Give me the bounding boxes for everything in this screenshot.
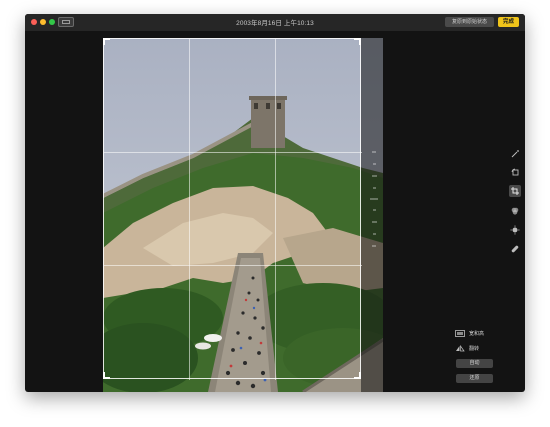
filters-icon[interactable] [509, 205, 521, 217]
crop-grid-line [104, 265, 362, 266]
crop-handle-bottom-right[interactable] [354, 372, 361, 379]
adjust-icon[interactable] [509, 224, 521, 236]
aspect-ratio-icon [455, 329, 465, 337]
crop-frame[interactable] [103, 38, 362, 380]
crop-grid-line [189, 39, 190, 380]
revert-to-original-button[interactable]: 复原到原始状态 [445, 17, 494, 27]
retouch-bandage-icon[interactable] [509, 243, 521, 255]
crop-grid-line [104, 152, 362, 153]
crop-grid-line [275, 39, 276, 380]
reset-button[interactable]: 还原 [456, 374, 493, 383]
aspect-ratio-option[interactable]: 宽和高 [455, 329, 484, 337]
crop-handle-top-left[interactable] [103, 38, 110, 45]
auto-button[interactable]: 自动 [456, 359, 493, 368]
magic-wand-icon[interactable] [509, 148, 521, 160]
photos-edit-window: 2003年8月16日 上午10:13 复原到原始状态 完成 宽和高 翻转 自动 … [25, 14, 525, 392]
done-button[interactable]: 完成 [498, 17, 519, 27]
flip-label: 翻转 [469, 345, 480, 352]
aspect-ratio-label: 宽和高 [469, 330, 485, 337]
photo-canvas[interactable] [103, 38, 383, 392]
flip-option[interactable]: 翻转 [455, 344, 479, 352]
crop-handle-top-right[interactable] [354, 38, 361, 45]
title-bar: 2003年8月16日 上午10:13 复原到原始状态 完成 [25, 14, 525, 31]
crop-handle-bottom-left[interactable] [103, 372, 110, 379]
rotate-icon[interactable] [509, 166, 521, 178]
crop-icon[interactable] [509, 185, 521, 197]
flip-icon [456, 344, 465, 351]
rotation-dial[interactable] [360, 144, 386, 254]
